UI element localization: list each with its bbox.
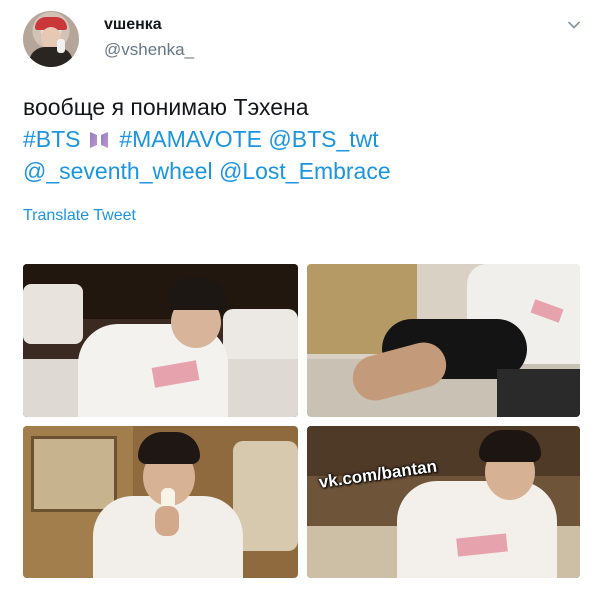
hashtag-mamavote[interactable]: #MAMAVOTE: [119, 126, 262, 152]
photo-1-pillow-left: [23, 284, 83, 344]
mention-lost-embrace[interactable]: @Lost_Embrace: [219, 158, 391, 184]
photo-1[interactable]: [23, 264, 298, 417]
translate-tweet-link[interactable]: Translate Tweet: [23, 207, 136, 225]
avatar-body: [29, 47, 73, 67]
photo-3-hair: [138, 432, 200, 464]
photo-2-dark-area: [497, 369, 580, 417]
mention-bts-twt[interactable]: @BTS_twt: [268, 126, 378, 152]
display-name[interactable]: vшенка: [104, 16, 162, 34]
photo-2[interactable]: [307, 264, 580, 417]
photo-1-hair: [167, 278, 227, 310]
tweet-text-line-1: вообще я понимаю Тэхена: [23, 94, 309, 120]
hashtag-bts[interactable]: #BTS: [23, 126, 81, 152]
tweet-text: вообще я понимаю Тэхена #BTS #MAMAVOTE @…: [23, 91, 583, 187]
mention-seventh-wheel[interactable]: @_seventh_wheel: [23, 158, 213, 184]
avatar[interactable]: [23, 11, 79, 67]
tweet-text-line-3: @_seventh_wheel @Lost_Embrace: [23, 155, 583, 187]
tweet-text-line-2: #BTS #MAMAVOTE @BTS_twt: [23, 123, 583, 155]
bts-logo-emoji-icon: [89, 132, 108, 148]
photo-4-hair: [479, 430, 541, 462]
photo-3[interactable]: [23, 426, 298, 578]
photo-4[interactable]: [307, 426, 580, 578]
avatar-hand: [57, 39, 65, 53]
photo-3-hand: [155, 506, 179, 536]
photo-4-white-shirt: [397, 481, 557, 578]
photo-3-wall-frame: [31, 436, 117, 512]
username[interactable]: @vshenka_: [104, 40, 194, 60]
chevron-down-icon[interactable]: [567, 18, 581, 32]
